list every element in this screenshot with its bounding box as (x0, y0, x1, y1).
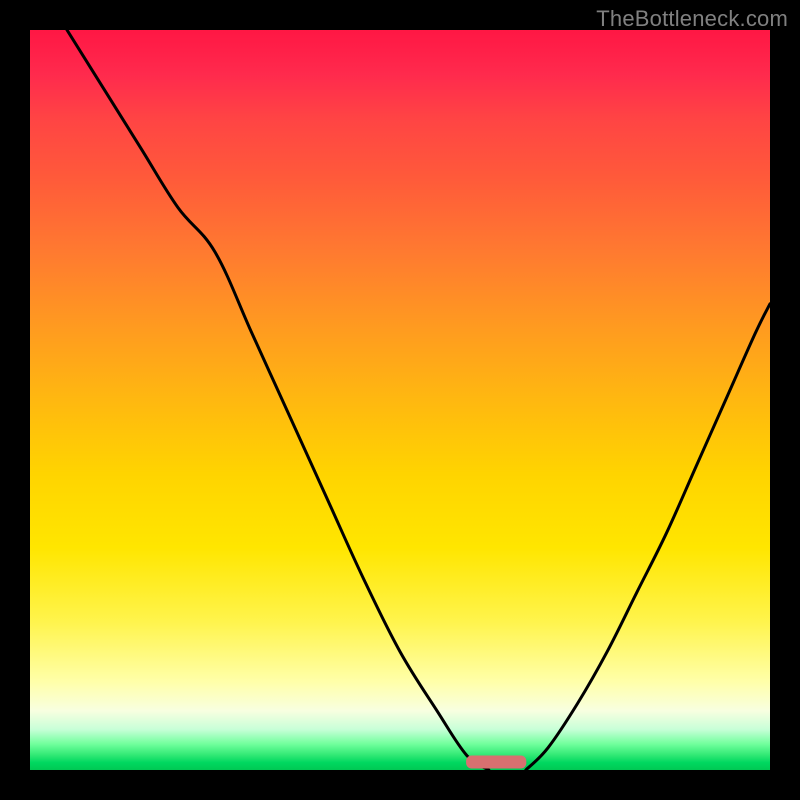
chart-frame: TheBottleneck.com (0, 0, 800, 800)
curve-left-branch (67, 30, 489, 770)
attribution-text: TheBottleneck.com (596, 6, 788, 32)
optimal-marker (467, 756, 526, 768)
plot-area (30, 30, 770, 770)
chart-svg (30, 30, 770, 770)
curve-right-branch (526, 304, 770, 770)
